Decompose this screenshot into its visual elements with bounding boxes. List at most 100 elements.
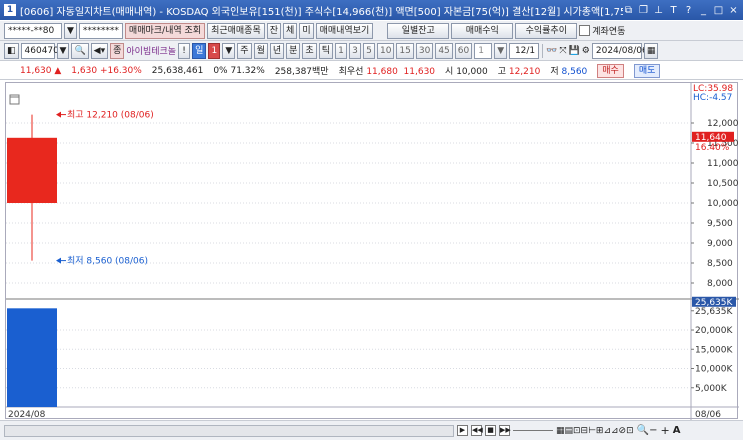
pin-icon[interactable]: ⊥: [653, 5, 664, 16]
interval-30-button[interactable]: 30: [415, 42, 434, 59]
high-label: 최고 12,210 (08/06): [67, 110, 154, 121]
account-toolbar: *****-**80 ▼ ******** 매매마크/내역 조회 최근매매종목 …: [0, 21, 743, 41]
price-tag-label: 11,640: [695, 133, 727, 143]
balance-button[interactable]: 잔: [266, 22, 282, 39]
price-tick-label: 10,000: [707, 199, 739, 209]
save-icon[interactable]: 💾: [569, 46, 580, 56]
trade-profit-button[interactable]: 매매수익: [451, 22, 514, 39]
period-minute-button[interactable]: 분: [286, 42, 301, 59]
unfilled-button[interactable]: 미: [299, 22, 314, 39]
sell-button[interactable]: 매도: [633, 63, 661, 78]
interval-45-button[interactable]: 45: [435, 42, 453, 59]
page-field[interactable]: 12/1: [509, 42, 540, 59]
volume-bar[interactable]: [7, 308, 57, 407]
volume-tick-label: 20,000K: [695, 326, 733, 336]
price-tick-label: 10,500: [707, 179, 739, 189]
crosshair-icon[interactable]: ⤧: [559, 46, 566, 56]
alert-icon[interactable]: !: [178, 42, 191, 59]
candle-body[interactable]: [7, 137, 57, 203]
high-arrow-head: [56, 111, 61, 118]
trade-history-view-button[interactable]: 매매내역보기: [315, 22, 374, 39]
x-label-right: 08/06: [695, 410, 721, 420]
period-week-button[interactable]: 주: [237, 42, 252, 59]
period-count-field[interactable]: 1: [208, 42, 221, 59]
period-second-button[interactable]: 초: [302, 42, 317, 59]
text-icon[interactable]: T: [668, 5, 679, 16]
chart-area[interactable]: 12,000 11,500 11,000 10,500 10,000 9,500 9,000…: [5, 82, 739, 420]
copy-icon[interactable]: ❐: [638, 5, 649, 16]
price-tick-label: 9,500: [707, 219, 733, 229]
password-field[interactable]: ********: [78, 22, 123, 39]
interval-dropdown-button[interactable]: ▼: [494, 42, 508, 59]
nav-prev-icon[interactable]: ▶: [457, 425, 468, 436]
high-price: 고 12,210: [497, 67, 541, 77]
volume-tag-label: 25,635K: [695, 298, 733, 308]
period-day-button[interactable]: 일: [192, 42, 207, 59]
buy-button[interactable]: 매수: [597, 63, 624, 78]
volume-value: 25,638,461: [151, 65, 204, 76]
quote-bar: 11,630 ▲ 1,630 +16.30% 25,638,461 0% 71.…: [0, 62, 743, 80]
period-year-button[interactable]: 년: [269, 42, 285, 59]
price-tick-label: 12,000: [707, 119, 739, 129]
window-controls: ⧉ ❐ ⊥ T ? _ □ ×: [623, 5, 739, 16]
interval-1-button[interactable]: 1: [334, 42, 347, 59]
best-quote: 최우선 11,680 11,630: [338, 67, 436, 77]
window-title: [0606] 자동일지차트(매매내역) - KOSDAQ 외국인보유[151(천…: [20, 6, 623, 18]
zoom-out-icon[interactable]: 🔍−: [637, 425, 658, 436]
nav-first-icon[interactable]: ◀◀: [471, 425, 483, 436]
interval-5-button[interactable]: 5: [362, 42, 375, 59]
title-bar: 1 [0606] 자동일지차트(매매내역) - KOSDAQ 외국인보유[151…: [0, 0, 743, 20]
trade-mark-query-button[interactable]: 매매마크/내역 조회: [124, 22, 206, 39]
account-dropdown-button[interactable]: ▼: [64, 22, 77, 39]
daily-balance-button[interactable]: 일별잔고: [387, 22, 450, 39]
period-month-button[interactable]: 월: [253, 42, 268, 59]
zoom-in-icon[interactable]: +: [660, 424, 669, 437]
ratio: 0% 71.32%: [213, 65, 265, 76]
account-field[interactable]: *****-**80: [4, 22, 62, 39]
glasses-icon[interactable]: 👓: [546, 46, 557, 56]
low-price: 저 8,560: [550, 67, 588, 77]
restore-layout-icon[interactable]: ⧉: [623, 5, 634, 16]
volume-tick-label: 10,000K: [695, 365, 733, 375]
low-arrow-head: [56, 257, 61, 264]
account-link-checkbox[interactable]: [579, 25, 591, 36]
price-tick-label: 8,000: [707, 279, 733, 289]
low-label: 최저 8,560 (08/06): [67, 256, 148, 267]
search-icon[interactable]: 🔍: [71, 42, 89, 59]
stock-badge-icon: 종: [110, 42, 125, 59]
calendar-icon[interactable]: ▦: [643, 42, 659, 59]
nav-last-icon[interactable]: ▶▶: [499, 425, 511, 436]
code-dropdown-button[interactable]: ▼: [56, 42, 70, 59]
date-field[interactable]: 2024/08/06: [591, 42, 648, 59]
help-icon[interactable]: ?: [683, 5, 694, 16]
volume-tag: 25,635K: [692, 296, 736, 308]
zoom-slider[interactable]: [513, 430, 553, 431]
chart-svg: 12,00011,50011,00010,50010,0009,5009,000…: [6, 83, 739, 420]
chart-menu-icon[interactable]: [9, 94, 20, 105]
filled-button[interactable]: 체: [283, 22, 298, 39]
font-size-icon[interactable]: A: [673, 425, 681, 436]
period-dropdown-button[interactable]: ▼: [222, 42, 236, 59]
close-icon[interactable]: ×: [728, 5, 739, 16]
nav-stop-icon[interactable]: ■: [485, 425, 496, 436]
stock-code-field[interactable]: 460470: [20, 42, 59, 59]
minimize-icon[interactable]: _: [698, 5, 709, 16]
horizontal-scrollbar[interactable]: [4, 424, 454, 437]
interval-count-field[interactable]: 1: [474, 42, 493, 59]
interval-15-button[interactable]: 15: [396, 42, 414, 59]
recent-trade-button[interactable]: 최근매매종목: [207, 22, 265, 39]
interval-10-button[interactable]: 10: [376, 42, 395, 59]
sound-icon[interactable]: ◀▾: [90, 42, 109, 59]
volume-tick-label: 15,000K: [695, 345, 733, 355]
chart-toolbar: ◧ 460470 ▼ 🔍 ◀▾ 종 아이빔테크놀 ! 일 1 ▼ 주 월 년 분…: [0, 41, 743, 61]
current-price: 11,630 ▲: [20, 65, 62, 76]
gear-icon[interactable]: ⚙: [582, 46, 590, 56]
app-icon: 1: [4, 4, 16, 16]
interval-3-button[interactable]: 3: [348, 42, 361, 59]
drawing-tools-icon[interactable]: ▦▤⊡⊟⊢⊞⊿⊿⊘⊡: [556, 426, 634, 436]
period-tick-button[interactable]: 틱: [318, 42, 333, 59]
panel-icon[interactable]: ◧: [4, 42, 19, 59]
profit-trend-button[interactable]: 수익률추이: [515, 22, 578, 39]
interval-60-button[interactable]: 60: [454, 42, 473, 59]
maximize-icon[interactable]: □: [713, 5, 724, 16]
